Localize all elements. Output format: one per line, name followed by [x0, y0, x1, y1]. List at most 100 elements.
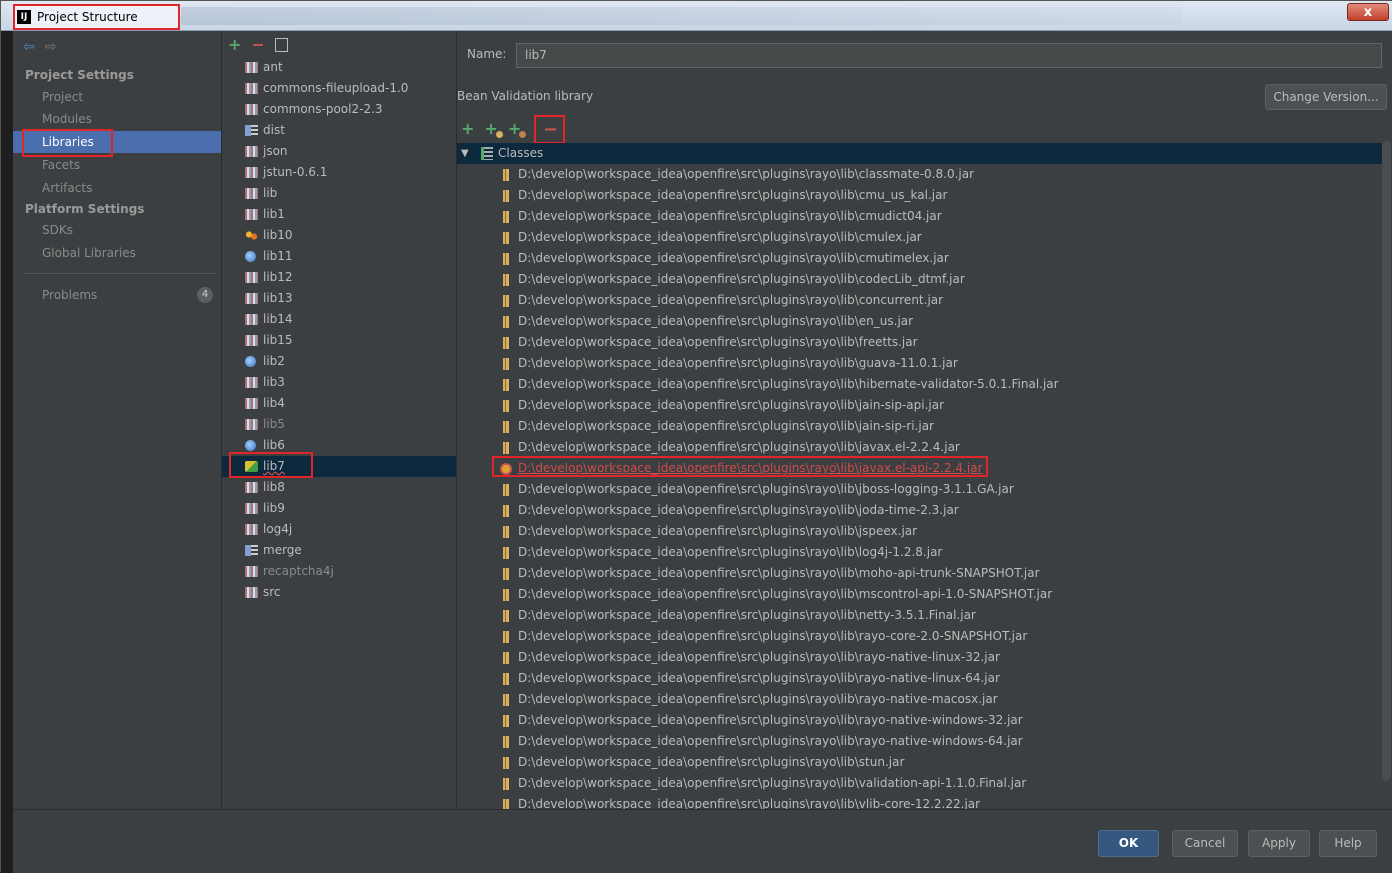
library-name-input[interactable]: lib7: [516, 43, 1382, 68]
library-item[interactable]: lib2: [222, 351, 456, 372]
jar-entry[interactable]: D:\develop\workspace_idea\openfire\src\p…: [457, 500, 1383, 521]
jar-entry[interactable]: D:\develop\workspace_idea\openfire\src\p…: [457, 563, 1383, 584]
library-item[interactable]: lib9: [222, 498, 456, 519]
library-item[interactable]: lib1: [222, 204, 456, 225]
forward-arrow-icon[interactable]: ⇨: [45, 39, 57, 55]
library-item[interactable]: lib15: [222, 330, 456, 351]
library-item[interactable]: src: [222, 582, 456, 603]
library-name: lib9: [263, 501, 285, 515]
library-name: commons-fileupload-1.0: [263, 81, 409, 95]
cancel-button[interactable]: Cancel: [1172, 830, 1238, 857]
classes-node[interactable]: ▼ Classes: [457, 143, 1383, 164]
add-class-root-icon[interactable]: +: [484, 119, 503, 138]
jar-icon: [245, 587, 258, 598]
expand-triangle-icon[interactable]: ▼: [461, 143, 469, 164]
back-arrow-icon[interactable]: ⇦: [23, 39, 35, 55]
library-item[interactable]: lib8: [222, 477, 456, 498]
add-library-icon[interactable]: +: [228, 35, 241, 54]
library-item[interactable]: lib5: [222, 414, 456, 435]
sidebar-item-global-libraries[interactable]: Global Libraries: [13, 242, 221, 264]
library-name: lib3: [263, 375, 285, 389]
library-item[interactable]: log4j: [222, 519, 456, 540]
library-item[interactable]: lib14: [222, 309, 456, 330]
library-item[interactable]: jstun-0.6.1: [222, 162, 456, 183]
sidebar-item-sdks[interactable]: SDKs: [13, 219, 221, 241]
background-editor-strip: [1, 31, 13, 873]
jar-entry[interactable]: D:\develop\workspace_idea\openfire\src\p…: [457, 647, 1383, 668]
help-button[interactable]: Help: [1319, 830, 1377, 857]
jar-entry[interactable]: D:\develop\workspace_idea\openfire\src\p…: [457, 479, 1383, 500]
copy-library-icon[interactable]: [274, 37, 288, 52]
library-name: recaptcha4j: [263, 564, 334, 578]
jar-entry[interactable]: D:\develop\workspace_idea\openfire\src\p…: [457, 668, 1383, 689]
classes-label: Classes: [498, 146, 544, 160]
jar-entry[interactable]: D:\develop\workspace_idea\openfire\src\p…: [457, 332, 1383, 353]
jar-entry[interactable]: D:\develop\workspace_idea\openfire\src\p…: [457, 269, 1383, 290]
jar-entry[interactable]: D:\develop\workspace_idea\openfire\src\p…: [457, 416, 1383, 437]
jar-entry[interactable]: D:\develop\workspace_idea\openfire\src\p…: [457, 521, 1383, 542]
sidebar-item-problems[interactable]: Problems: [13, 284, 221, 306]
jar-entry[interactable]: D:\develop\workspace_idea\openfire\src\p…: [457, 206, 1383, 227]
apply-button[interactable]: Apply: [1248, 830, 1310, 857]
ok-button[interactable]: OK: [1098, 830, 1159, 857]
jar-entry[interactable]: D:\develop\workspace_idea\openfire\src\p…: [457, 605, 1383, 626]
settings-sidebar: ⇦ ⇨ Project Settings Project Modules Lib…: [13, 31, 222, 809]
library-item[interactable]: commons-pool2-2.3: [222, 99, 456, 120]
jar-entry[interactable]: D:\develop\workspace_idea\openfire\src\p…: [457, 311, 1383, 332]
jar-entry[interactable]: D:\develop\workspace_idea\openfire\src\p…: [457, 731, 1383, 752]
library-item[interactable]: dist: [222, 120, 456, 141]
jar-entry[interactable]: D:\develop\workspace_idea\openfire\src\p…: [457, 773, 1383, 794]
library-name: src: [263, 585, 281, 599]
jar-icon: [245, 524, 258, 535]
jar-entry[interactable]: D:\develop\workspace_idea\openfire\src\p…: [457, 164, 1383, 185]
jar-entry[interactable]: D:\develop\workspace_idea\openfire\src\p…: [457, 185, 1383, 206]
jar-path: D:\develop\workspace_idea\openfire\src\p…: [518, 692, 998, 706]
library-item[interactable]: lib4: [222, 393, 456, 414]
jar-entry[interactable]: D:\develop\workspace_idea\openfire\src\p…: [457, 395, 1383, 416]
sidebar-item-project[interactable]: Project: [13, 86, 221, 108]
jar-entry[interactable]: D:\develop\workspace_idea\openfire\src\p…: [457, 584, 1383, 605]
library-item[interactable]: ant: [222, 57, 456, 78]
sidebar-item-modules[interactable]: Modules: [13, 108, 221, 130]
jar-entry[interactable]: D:\develop\workspace_idea\openfire\src\p…: [457, 752, 1383, 773]
attach-jar-icon[interactable]: +: [508, 119, 527, 138]
library-item[interactable]: commons-fileupload-1.0: [222, 78, 456, 99]
vertical-scrollbar[interactable]: [1382, 141, 1391, 781]
library-item[interactable]: recaptcha4j: [222, 561, 456, 582]
library-item[interactable]: lib3: [222, 372, 456, 393]
close-button[interactable]: x: [1347, 3, 1389, 21]
library-item[interactable]: json: [222, 141, 456, 162]
jar-entry[interactable]: D:\develop\workspace_idea\openfire\src\p…: [457, 689, 1383, 710]
change-version-button[interactable]: Change Version...: [1265, 84, 1387, 110]
jar-entry[interactable]: D:\develop\workspace_idea\openfire\src\p…: [457, 248, 1383, 269]
library-item[interactable]: lib13: [222, 288, 456, 309]
library-name: lib1: [263, 207, 285, 221]
jar-entry[interactable]: D:\develop\workspace_idea\openfire\src\p…: [457, 437, 1383, 458]
library-item[interactable]: lib11: [222, 246, 456, 267]
sidebar-item-facets[interactable]: Facets: [13, 154, 221, 176]
jar-entry[interactable]: D:\develop\workspace_idea\openfire\src\p…: [457, 353, 1383, 374]
jar-entry[interactable]: D:\develop\workspace_idea\openfire\src\p…: [457, 290, 1383, 311]
library-item[interactable]: merge: [222, 540, 456, 561]
jar-entry[interactable]: D:\develop\workspace_idea\openfire\src\p…: [457, 374, 1383, 395]
jar-entry[interactable]: D:\develop\workspace_idea\openfire\src\p…: [457, 227, 1383, 248]
library-item[interactable]: lib10: [222, 225, 456, 246]
remove-entry-button[interactable]: −: [534, 115, 565, 144]
jar-entry[interactable]: D:\develop\workspace_idea\openfire\src\p…: [457, 794, 1383, 809]
library-item[interactable]: lib12: [222, 267, 456, 288]
add-icon[interactable]: +: [461, 119, 474, 138]
library-item[interactable]: lib: [222, 183, 456, 204]
jar-path: D:\develop\workspace_idea\openfire\src\p…: [518, 356, 958, 370]
minus-icon: −: [543, 119, 559, 140]
library-detail-panel: Name: lib7 Bean Validation library Chang…: [457, 31, 1392, 809]
globe-icon: [245, 356, 256, 367]
jar-entry[interactable]: D:\develop\workspace_idea\openfire\src\p…: [457, 626, 1383, 647]
sidebar-item-artifacts[interactable]: Artifacts: [13, 177, 221, 199]
project-structure-dialog: IJ Project Structure x ⇦ ⇨ Project Setti…: [0, 0, 1392, 873]
multi-icon: [245, 230, 258, 241]
window-title: Project Structure: [37, 10, 138, 24]
jar-entry[interactable]: D:\develop\workspace_idea\openfire\src\p…: [457, 542, 1383, 563]
jar-entry[interactable]: D:\develop\workspace_idea\openfire\src\p…: [457, 710, 1383, 731]
remove-library-icon[interactable]: −: [251, 35, 264, 54]
classes-tree: ▼ Classes D:\develop\workspace_idea\open…: [457, 143, 1383, 809]
